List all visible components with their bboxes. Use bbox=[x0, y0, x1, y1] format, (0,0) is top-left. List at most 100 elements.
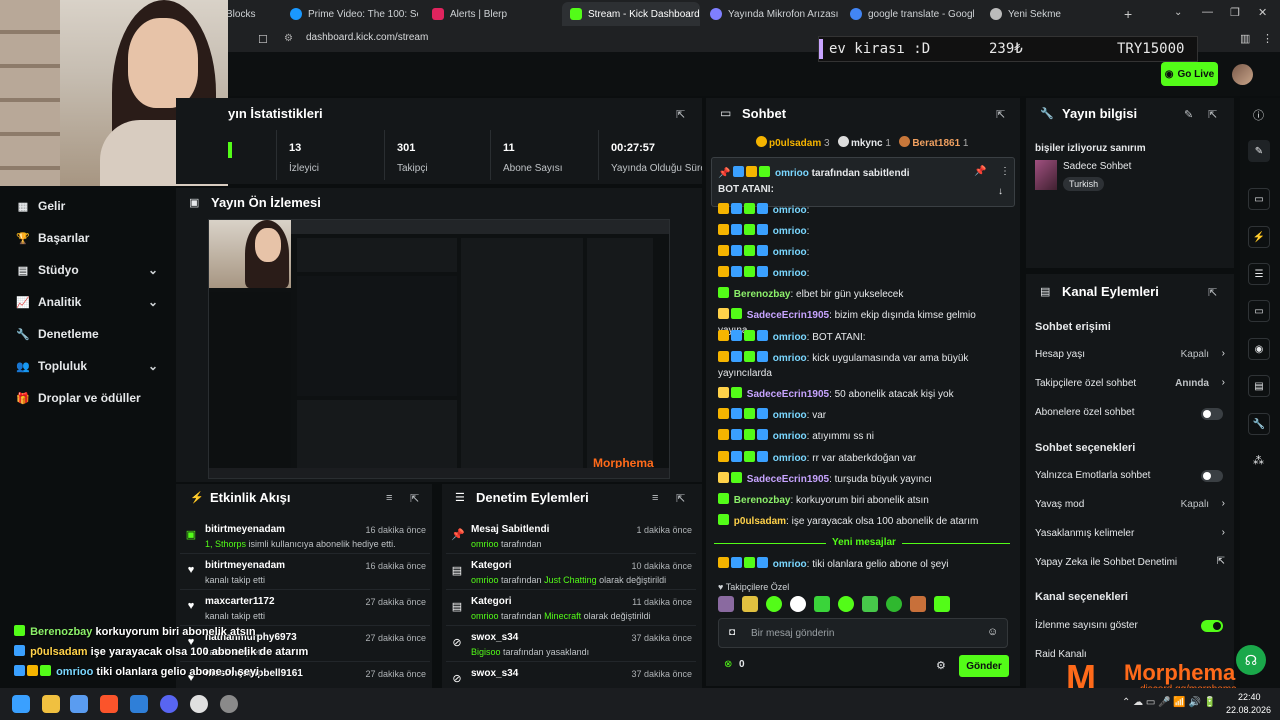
emote-icon[interactable] bbox=[862, 596, 878, 612]
broadcast-icon[interactable]: ◉ bbox=[1248, 338, 1270, 360]
site-info-icon[interactable]: ⚙ bbox=[284, 33, 293, 44]
minimize-icon[interactable]: — bbox=[1202, 6, 1213, 18]
settings-icon[interactable] bbox=[220, 695, 238, 713]
moderation-action[interactable]: swox_s34 bbox=[471, 668, 518, 679]
edit-icon[interactable]: ✎ bbox=[1184, 108, 1193, 121]
emote-icon[interactable] bbox=[838, 596, 854, 612]
activity-user[interactable]: bitirtmeyenadam bbox=[205, 524, 285, 535]
slow-mode-row[interactable]: Yavaş mod Kapalı › bbox=[1035, 498, 1225, 510]
chat-username[interactable]: omrioo bbox=[773, 410, 807, 421]
gear-icon[interactable]: ⚙ bbox=[936, 659, 946, 672]
account-age-row[interactable]: Hesap yaşı Kapalı › bbox=[1035, 348, 1225, 360]
emote-only-toggle[interactable] bbox=[1201, 470, 1223, 482]
info-icon[interactable]: ⓘ bbox=[1253, 107, 1264, 123]
file-explorer-icon[interactable] bbox=[42, 695, 60, 713]
store-icon[interactable] bbox=[70, 695, 88, 713]
sidebar-item-drops[interactable]: 🎁 Droplar ve ödüller bbox=[16, 391, 158, 405]
emote-icon[interactable] bbox=[742, 596, 758, 612]
popout-icon[interactable]: ⇱ bbox=[1208, 108, 1217, 121]
sidebar-item-achievements[interactable]: 🏆 Başarılar bbox=[16, 231, 158, 245]
chat-username[interactable]: omrioo bbox=[773, 559, 807, 570]
filter-icon[interactable]: ≡ bbox=[652, 492, 658, 504]
followers-chat-row[interactable]: Takipçilere özel sohbet Anında › bbox=[1035, 377, 1225, 389]
chat-username[interactable]: Berenozbay bbox=[734, 495, 791, 506]
chat-username[interactable]: omrioo bbox=[773, 332, 807, 343]
popout-icon[interactable]: ⇱ bbox=[1208, 286, 1217, 299]
emote-icon[interactable] bbox=[886, 596, 902, 612]
list-icon[interactable]: ☰ bbox=[1248, 263, 1270, 285]
browser-tab[interactable]: google translate - Google'da A bbox=[842, 2, 974, 26]
popout-icon[interactable]: ⇱ bbox=[676, 492, 685, 505]
sidebar-item-moderation[interactable]: 🔧 Denetleme bbox=[16, 327, 158, 341]
browser-tab[interactable]: Yayında Mikrofon Arızası Çözü bbox=[702, 2, 838, 26]
brave-icon[interactable] bbox=[100, 695, 118, 713]
gifter-name[interactable]: Berat1861 bbox=[912, 138, 960, 149]
wrench-icon[interactable]: 🔧 bbox=[1248, 413, 1270, 435]
gifter-name[interactable]: mkync bbox=[851, 138, 883, 149]
emote-icon[interactable] bbox=[766, 596, 782, 612]
show-views-toggle[interactable] bbox=[1201, 620, 1223, 632]
banned-words-row[interactable]: Yasaklanmış kelimeler › bbox=[1035, 527, 1225, 539]
chat-username[interactable]: Berenozbay bbox=[734, 289, 791, 300]
pinned-by[interactable]: omrioo bbox=[775, 168, 809, 179]
chat-username[interactable]: SadeceEcrin1905 bbox=[747, 389, 829, 400]
discord-icon[interactable] bbox=[160, 695, 178, 713]
share-icon[interactable]: ⁂ bbox=[1253, 454, 1264, 467]
more-icon[interactable]: ⋮ bbox=[1000, 166, 1010, 177]
chat-username[interactable]: omrioo bbox=[773, 453, 807, 464]
windows-start-icon[interactable] bbox=[12, 695, 30, 713]
activity-user[interactable]: bitirtmeyenadam bbox=[205, 560, 285, 571]
edit-icon[interactable]: ✎ bbox=[1248, 140, 1270, 162]
chat-username[interactable]: SadeceEcrin1905 bbox=[747, 474, 829, 485]
sidebar-item-studio[interactable]: ▤ Stüdyo ⌄ bbox=[16, 263, 158, 277]
moderation-action[interactable]: swox_s34 bbox=[471, 632, 518, 643]
close-window-icon[interactable]: ✕ bbox=[1258, 6, 1267, 19]
emoji-icon[interactable]: ☺ bbox=[987, 626, 998, 638]
new-tab-icon[interactable]: + bbox=[1124, 6, 1132, 22]
emote-icon[interactable] bbox=[790, 596, 806, 612]
raid-row[interactable]: Raid Kanalı bbox=[1035, 649, 1225, 660]
chat-mode-icon[interactable]: ◘ bbox=[729, 627, 735, 638]
unpin-icon[interactable]: 📌 bbox=[974, 166, 986, 177]
category-name[interactable]: Sadece Sohbet bbox=[1063, 161, 1131, 172]
chat-username[interactable]: omrioo bbox=[773, 268, 807, 279]
maximize-icon[interactable]: ❐ bbox=[1230, 6, 1240, 19]
avatar[interactable] bbox=[1232, 64, 1253, 85]
ai-moderation-row[interactable]: Yapay Zeka ile Sohbet Denetimi ⇱ bbox=[1035, 556, 1225, 568]
chat-username[interactable]: omrioo bbox=[773, 353, 807, 364]
chat-username[interactable]: SadeceEcrin1905 bbox=[747, 310, 829, 321]
send-button[interactable]: Gönder bbox=[959, 655, 1009, 677]
outlook-icon[interactable] bbox=[130, 695, 148, 713]
filter-icon[interactable]: ≡ bbox=[386, 492, 392, 504]
go-live-button[interactable]: ◉ Go Live bbox=[1161, 62, 1218, 86]
activity-user[interactable]: maxcarter1172 bbox=[205, 596, 275, 607]
collapse-icon[interactable]: ↓ bbox=[998, 186, 1003, 197]
tray-icons[interactable]: ⌃ ☁ ▭ 🎤 📶 🔊 🔋 bbox=[1122, 697, 1216, 708]
obs-icon[interactable] bbox=[190, 695, 208, 713]
sidebar-item-analytics[interactable]: 📈 Analitik ⌄ bbox=[16, 295, 158, 309]
chevron-down-icon[interactable]: ⌄ bbox=[1174, 7, 1182, 18]
stream-preview-video[interactable]: Morphema bbox=[208, 219, 670, 479]
popout-icon[interactable]: ⇱ bbox=[410, 492, 419, 505]
sidebar-item-revenue[interactable]: ▦ Gelir bbox=[16, 199, 158, 213]
support-icon[interactable]: ☊ bbox=[1236, 645, 1266, 675]
chat-username[interactable]: omrioo bbox=[773, 205, 807, 216]
browser-tab[interactable]: Alerts | Blerp bbox=[424, 2, 558, 26]
sidebar-item-community[interactable]: 👥 Topluluk ⌄ bbox=[16, 359, 158, 373]
chat-icon[interactable]: ▭ bbox=[1248, 300, 1270, 322]
popout-icon[interactable]: ⇱ bbox=[996, 108, 1005, 121]
gifter-name[interactable]: p0ulsadam bbox=[769, 138, 821, 149]
lightning-icon[interactable]: ⚡ bbox=[1248, 226, 1270, 248]
chat-username[interactable]: p0ulsadam bbox=[734, 516, 786, 527]
chat-username[interactable]: omrioo bbox=[773, 431, 807, 442]
chat-username[interactable]: omrioo bbox=[773, 226, 807, 237]
browser-tab-active[interactable]: Stream - Kick Dashboard✕ bbox=[562, 2, 700, 26]
chat-username[interactable]: omrioo bbox=[773, 247, 807, 258]
stats-icon[interactable]: ▭ bbox=[1248, 188, 1270, 210]
emote-icon[interactable] bbox=[718, 596, 734, 612]
bookmark-icon[interactable]: ☐ bbox=[258, 33, 268, 46]
emote-icon[interactable] bbox=[814, 596, 830, 612]
emote-icon[interactable] bbox=[934, 596, 950, 612]
layout-icon[interactable]: ▤ bbox=[1248, 375, 1270, 397]
popout-icon[interactable]: ⇱ bbox=[676, 108, 685, 121]
